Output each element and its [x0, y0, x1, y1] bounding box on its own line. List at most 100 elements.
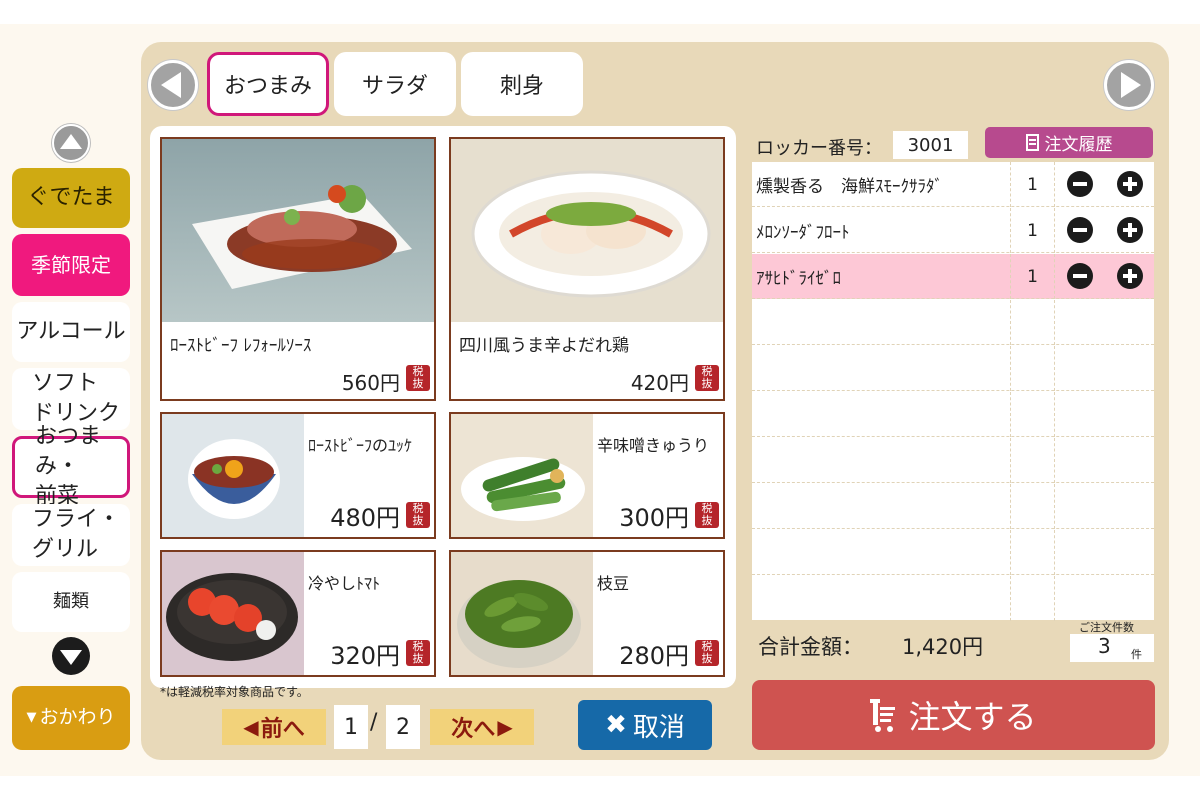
menu-item-name: 冷やしﾄﾏﾄ — [308, 574, 381, 593]
plus-circle-icon[interactable] — [1117, 263, 1143, 289]
menu-item-roast-beef[interactable]: ﾛｰｽﾄﾋﾞｰﾌ ﾚﾌｫｰﾙｿｰｽ 560円 税抜 — [160, 137, 436, 401]
empty-cell — [1054, 346, 1154, 391]
tax-excluded-badge: 税抜 — [406, 640, 430, 666]
current-page: 1 — [334, 705, 368, 749]
menu-item-name: ﾛｰｽﾄﾋﾞｰﾌのﾕｯｹ — [308, 436, 413, 455]
empty-cell — [1054, 576, 1154, 621]
empty-cell — [1010, 438, 1054, 483]
tab-otsumami[interactable]: おつまみ — [207, 52, 329, 116]
cucumber-photo — [451, 414, 593, 537]
menu-item-name: 辛味噌きゅうり — [597, 436, 710, 455]
arrow-left-icon — [161, 72, 181, 98]
reduced-tax-note: *は軽減税率対象商品です。 — [160, 685, 309, 699]
order-item-name: ﾒﾛﾝｿｰﾀﾞﾌﾛｰﾄ — [756, 223, 850, 243]
next-page-button[interactable]: 次へ ▶ — [430, 709, 534, 745]
refill-label: おかわり — [39, 706, 116, 729]
empty-cell — [1054, 300, 1154, 345]
total-label: 合計金額： — [758, 635, 863, 659]
order-row[interactable]: ﾒﾛﾝｿｰﾀﾞﾌﾛｰﾄ 1 — [752, 208, 1154, 253]
next-page-label: 次へ — [451, 717, 496, 742]
tab-label: おつまみ — [223, 74, 312, 99]
tax-excluded-badge: 税抜 — [406, 502, 430, 528]
yukhoe-photo — [162, 414, 304, 537]
bottom-bar — [0, 776, 1200, 800]
document-icon — [1025, 134, 1039, 151]
tax-excluded-badge: 税抜 — [406, 365, 430, 391]
order-count-value: 3 — [1098, 634, 1111, 658]
top-bar — [0, 0, 1200, 24]
tab-prev-button[interactable] — [148, 60, 198, 110]
menu-item-name: 枝豆 — [597, 574, 630, 593]
empty-cell — [1054, 484, 1154, 529]
menu-item-price: 420円 — [630, 371, 689, 395]
menu-item-name: ﾛｰｽﾄﾋﾞｰﾌ ﾚﾌｫｰﾙｿｰｽ — [170, 336, 312, 356]
qty-controls — [1054, 254, 1154, 299]
submit-order-button[interactable]: 注文する — [752, 680, 1155, 750]
tab-next-button[interactable] — [1104, 60, 1154, 110]
qty-controls — [1054, 162, 1154, 207]
arrow-right-icon — [1121, 72, 1141, 98]
category-seasonal[interactable]: 季節限定 — [12, 234, 130, 296]
minus-circle-icon[interactable] — [1067, 263, 1093, 289]
empty-order-row — [752, 392, 1154, 437]
category-soft-drink[interactable]: ソフト ドリンク — [12, 368, 130, 430]
refill-button[interactable]: ▼ おかわり — [12, 686, 130, 750]
triangle-up-icon — [60, 134, 82, 149]
minus-circle-icon[interactable] — [1067, 217, 1093, 243]
empty-order-row — [752, 530, 1154, 575]
plus-circle-icon[interactable] — [1117, 217, 1143, 243]
caret-down-icon: ▼ — [26, 710, 37, 726]
total-pages: 2 — [386, 705, 420, 749]
menu-item-chilled-tomato[interactable]: 冷やしﾄﾏﾄ 320円 税抜 — [160, 550, 436, 677]
category-noodles[interactable]: 麺類 — [12, 572, 130, 632]
prev-page-button[interactable]: ◀ 前へ — [222, 709, 326, 745]
category-otsumami-zensai[interactable]: おつまみ・ 前菜 — [12, 424, 130, 509]
category-gudetama[interactable]: ぐでたま — [12, 168, 130, 228]
triangle-down-icon — [60, 650, 82, 665]
order-count-label: ご注文件数 — [1079, 621, 1134, 634]
qty-controls — [1054, 208, 1154, 253]
category-label-line1: ソフト — [32, 371, 99, 397]
locker-number: 3001 — [893, 131, 968, 159]
cancel-label: 取消 — [632, 712, 685, 743]
order-history-button[interactable]: 注文履歴 — [985, 127, 1153, 158]
menu-item-price: 320円 — [330, 642, 400, 670]
category-scroll-down-button[interactable] — [52, 637, 90, 675]
category-label: 麺類 — [53, 590, 89, 612]
cancel-button[interactable]: ✖ 取消 — [578, 700, 712, 750]
empty-cell — [1054, 392, 1154, 437]
tab-sashimi[interactable]: 刺身 — [461, 52, 583, 116]
menu-item-price: 480円 — [330, 504, 400, 532]
empty-order-row — [752, 346, 1154, 391]
category-alcohol[interactable]: アルコール — [12, 302, 130, 362]
menu-item-spicy-cucumber[interactable]: 辛味噌きゅうり 300円 税抜 — [449, 412, 725, 539]
tab-salad[interactable]: サラダ — [334, 52, 456, 116]
empty-cell — [1010, 392, 1054, 437]
empty-cell — [1010, 484, 1054, 529]
menu-item-edamame[interactable]: 枝豆 280円 税抜 — [449, 550, 725, 677]
minus-circle-icon[interactable] — [1067, 171, 1093, 197]
plus-circle-icon[interactable] — [1117, 171, 1143, 197]
category-scroll-up-button[interactable] — [52, 124, 90, 162]
empty-cell — [1010, 530, 1054, 575]
tomato-photo — [162, 552, 304, 675]
order-row-selected[interactable]: ｱｻﾋﾄﾞﾗｲｾﾞﾛ 1 — [752, 254, 1154, 299]
menu-item-yodare-chicken[interactable]: 四川風うま辛よだれ鶏 420円 税抜 — [449, 137, 725, 401]
order-list: 燻製香る 海鮮ｽﾓｰｸｻﾗﾀﾞ 1 ﾒﾛﾝｿｰﾀﾞﾌﾛｰﾄ 1 ｱｻﾋﾄﾞﾗｲｾ… — [752, 162, 1154, 621]
category-label: アルコール — [16, 319, 126, 345]
menu-item-price: 300円 — [619, 504, 689, 532]
order-history-label: 注文履歴 — [1044, 135, 1113, 155]
empty-order-row — [752, 484, 1154, 529]
locker-label: ロッカー番号： — [756, 138, 882, 159]
order-row[interactable]: 燻製香る 海鮮ｽﾓｰｸｻﾗﾀﾞ 1 — [752, 162, 1154, 207]
category-fry-grill[interactable]: フライ・ グリル — [12, 504, 130, 566]
tax-excluded-badge: 税抜 — [695, 365, 719, 391]
order-item-name: 燻製香る 海鮮ｽﾓｰｸｻﾗﾀﾞ — [756, 177, 943, 197]
order-count-unit: 件 — [1131, 648, 1142, 661]
page-separator: / — [370, 710, 378, 735]
empty-cell — [1054, 530, 1154, 575]
empty-cell — [1010, 576, 1054, 621]
menu-item-roast-beef-yukhoe[interactable]: ﾛｰｽﾄﾋﾞｰﾌのﾕｯｹ 480円 税抜 — [160, 412, 436, 539]
tab-label: 刺身 — [499, 74, 544, 99]
empty-cell — [1010, 346, 1054, 391]
